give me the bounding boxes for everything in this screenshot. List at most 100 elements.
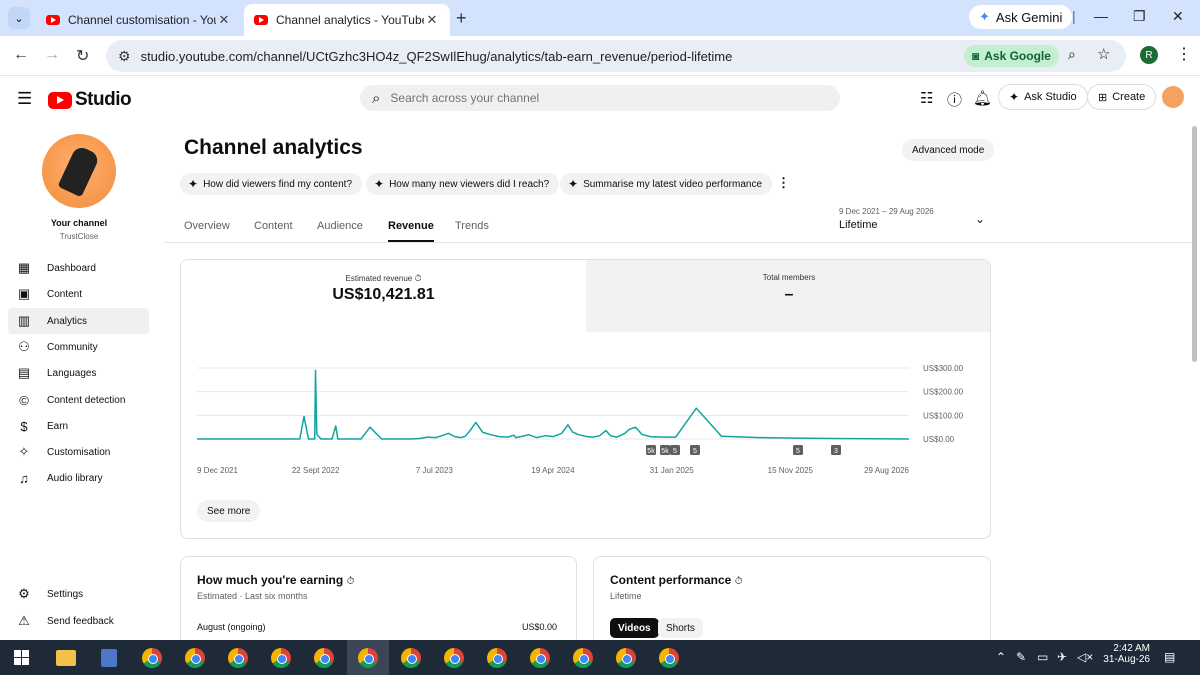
windows-start-icon[interactable]	[14, 650, 29, 665]
bookmark-star-icon[interactable]: ☆	[1097, 45, 1110, 63]
browser-tab-customisation[interactable]: Channel customisation - YouTub ✕	[36, 4, 242, 36]
back-arrow-icon[interactable]: ←	[13, 46, 29, 64]
close-tab-icon[interactable]: ✕	[424, 12, 440, 28]
advanced-mode-button[interactable]: Advanced mode	[902, 139, 995, 161]
sidebar-item-settings[interactable]: ⚙ Settings	[8, 581, 149, 607]
sidebar-item-earn[interactable]: $ Earn	[8, 413, 149, 439]
suggestion-chip-traffic[interactable]: ✦ How did viewers find my content?	[180, 173, 363, 195]
chrome-profile-icon[interactable]	[530, 648, 550, 668]
reload-icon[interactable]: ↻	[76, 46, 89, 66]
create-button[interactable]: ⊞ Create	[1087, 84, 1157, 110]
browser-tab-analytics[interactable]: Channel analytics - YouTube St ✕	[244, 4, 450, 36]
gear-icon: ⚙	[18, 586, 30, 601]
show-hidden-icons-chevron-icon[interactable]: ⌃	[996, 650, 1006, 664]
video-annotation-badge[interactable]: 5	[690, 445, 700, 455]
estimated-revenue-metric[interactable]: Estimated revenue ⏱ US$10,421.81	[181, 260, 586, 332]
tab-overview[interactable]: Overview	[184, 220, 230, 232]
system-clock[interactable]: 2:42 AM 31-Aug-26	[1098, 643, 1150, 665]
new-tab-plus-icon[interactable]: +	[456, 8, 467, 29]
sidebar-item-send-feedback[interactable]: ⚠ Send feedback	[8, 608, 149, 634]
tab-videos[interactable]: Videos	[610, 618, 659, 638]
chrome-profile-icon[interactable]	[573, 648, 593, 668]
dollar-icon: $	[20, 418, 28, 434]
browser-menu-icon[interactable]: ⋮	[1176, 44, 1192, 64]
earning-title-row: How much you're earning ⏱	[197, 573, 354, 587]
page-scrollbar[interactable]	[1192, 126, 1197, 362]
profile-avatar[interactable]: R	[1140, 46, 1158, 64]
video-annotation-badge[interactable]: 3	[831, 445, 841, 455]
sidebar-item-content-detection[interactable]: © Content detection	[8, 387, 149, 413]
chrome-profile-icon[interactable]	[401, 648, 421, 668]
chip-label: Summarise my latest video performance	[583, 178, 763, 190]
battery-icon[interactable]: ▭	[1037, 650, 1048, 664]
minimize-icon[interactable]: —	[1094, 8, 1108, 24]
tab-audience[interactable]: Audience	[317, 220, 363, 232]
sidebar-item-customisation[interactable]: ✧ Customisation	[8, 439, 149, 465]
account-avatar[interactable]	[1162, 86, 1184, 108]
chrome-profile-icon[interactable]	[616, 648, 636, 668]
site-settings-icon[interactable]: ⚙	[118, 48, 131, 65]
calculator-icon[interactable]	[101, 649, 117, 667]
zoom-search-icon[interactable]: ⌕	[1068, 46, 1076, 63]
tab-trends[interactable]: Trends	[455, 220, 489, 232]
suggestion-chip-summarise[interactable]: ✦ Summarise my latest video performance	[560, 173, 773, 195]
chrome-profile-icon[interactable]	[185, 648, 205, 668]
comments-icon[interactable]: ☷	[920, 89, 933, 107]
studio-header: ☰ Studio ⌕ ☷ ⓘ 🔔︎ ✦ Ask Studio ⊞ Create	[0, 76, 1200, 120]
volume-muted-icon[interactable]: ◁×	[1077, 650, 1093, 664]
video-annotation-badge[interactable]: 5	[670, 445, 680, 455]
video-annotation-badge[interactable]: 5k	[660, 445, 670, 455]
earning-row: August (ongoing) US$0.00	[197, 622, 557, 632]
total-members-metric[interactable]: Total members –	[586, 260, 990, 332]
file-explorer-icon[interactable]	[56, 650, 76, 666]
period-selector[interactable]: 9 Dec 2021 – 29 Aug 2026 Lifetime ⌄	[839, 207, 985, 231]
chrome-profile-icon[interactable]	[487, 648, 507, 668]
see-more-button[interactable]: See more	[197, 500, 261, 522]
sidebar-item-audio-library[interactable]: ♫ Audio library	[8, 465, 149, 491]
sidebar-item-dashboard[interactable]: ▦ Dashboard	[8, 255, 149, 281]
hamburger-menu-icon[interactable]: ☰	[17, 89, 32, 109]
chrome-icon[interactable]	[142, 648, 162, 668]
tab-shorts[interactable]: Shorts	[658, 618, 703, 638]
chrome-profile-icon[interactable]	[271, 648, 291, 668]
sidebar-item-content[interactable]: ▣ Content	[8, 281, 149, 307]
x-tick-label: 9 Dec 2021	[197, 466, 238, 475]
tab-content[interactable]: Content	[254, 220, 293, 232]
sidebar-item-analytics[interactable]: ▥ Analytics	[8, 308, 149, 334]
channel-avatar[interactable]	[42, 134, 116, 208]
chrome-profile-icon[interactable]	[444, 648, 464, 668]
pen-icon[interactable]: ✎	[1016, 650, 1026, 664]
video-add-icon: ⊞	[1098, 91, 1108, 104]
tab-search-chevron-icon[interactable]: ⌄	[8, 7, 30, 29]
tab-revenue[interactable]: Revenue	[388, 220, 434, 242]
chrome-profile-icon[interactable]	[659, 648, 679, 668]
channel-search[interactable]: ⌕	[360, 85, 840, 111]
youtube-favicon-icon	[254, 15, 268, 25]
sidebar-item-languages[interactable]: ▤ Languages	[8, 360, 149, 386]
video-annotation-badge[interactable]: 5k	[646, 445, 656, 455]
chrome-profile-icon[interactable]	[358, 648, 378, 668]
more-options-icon[interactable]: ⋮	[777, 175, 790, 191]
notification-center-icon[interactable]: ▤	[1164, 650, 1175, 664]
chrome-profile-icon[interactable]	[228, 648, 248, 668]
url-text[interactable]: studio.youtube.com/channel/UCtGzhc3HO4z_…	[141, 49, 733, 64]
ask-google-button[interactable]: ◙ Ask Google	[964, 45, 1059, 67]
suggestion-chip-new-viewers[interactable]: ✦ How many new viewers did I reach?	[366, 173, 560, 195]
chrome-profile-icon[interactable]	[314, 648, 334, 668]
close-window-icon[interactable]: ✕	[1172, 8, 1184, 25]
browser-tab-title: Channel analytics - YouTube St	[276, 13, 424, 27]
network-icon[interactable]: ✈	[1057, 650, 1067, 664]
revenue-line-chart[interactable]: US$300.00 US$200.00 US$100.00 US$0.00 9 Dec …	[181, 355, 991, 485]
help-icon[interactable]: ⓘ	[947, 89, 962, 110]
ask-gemini-button[interactable]: ✦ Ask Gemini	[969, 5, 1073, 29]
close-tab-icon[interactable]: ✕	[216, 12, 232, 28]
sidebar-item-community[interactable]: ⚇ Community	[8, 334, 149, 360]
forward-arrow-icon[interactable]: →	[44, 46, 60, 64]
video-annotation-badge[interactable]: 5	[793, 445, 803, 455]
ask-studio-button[interactable]: ✦ Ask Studio	[998, 84, 1088, 110]
total-members-value: –	[784, 286, 794, 303]
restore-icon[interactable]: ❐	[1133, 8, 1146, 25]
notifications-bell-icon[interactable]: 🔔︎	[973, 89, 992, 107]
studio-logo[interactable]: Studio	[48, 89, 132, 111]
search-input[interactable]	[390, 91, 811, 105]
